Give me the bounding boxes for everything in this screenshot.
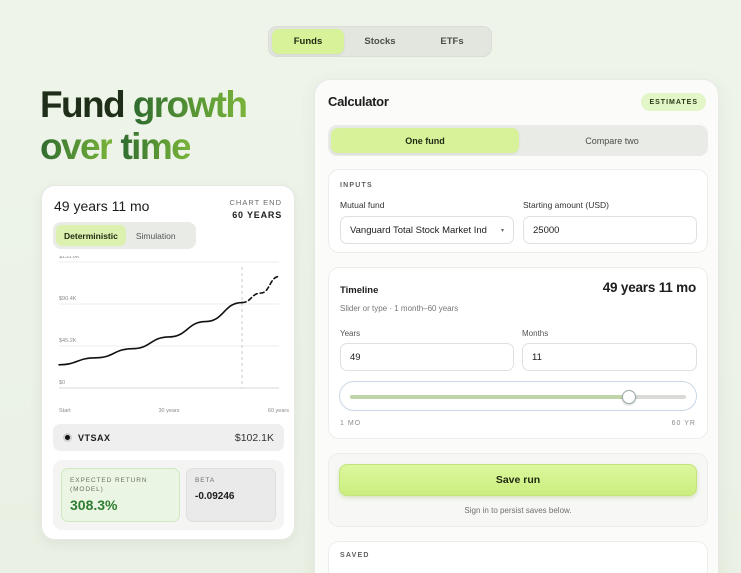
- title-word-time: time: [120, 126, 191, 167]
- slider-thumb[interactable]: [622, 390, 637, 404]
- growth-chart-card: 49 years 11 mo CHART END 60 YEARS Determ…: [41, 185, 295, 540]
- mutual-fund-label: Mutual fund: [340, 200, 385, 210]
- chart-duration: 49 years 11 mo: [54, 198, 150, 214]
- growth-series-line: [58, 301, 243, 366]
- fund-ticker: VTSAX: [78, 432, 111, 443]
- inputs-section: INPUTS Mutual fund Vanguard Total Stock …: [328, 169, 708, 253]
- save-note: Sign in to persist saves below.: [464, 506, 572, 515]
- tab-etfs[interactable]: ETFs: [416, 29, 488, 54]
- title-word-fund: Fund: [40, 84, 126, 125]
- chart-end-value: 60 YEARS: [232, 210, 282, 220]
- y-tick-label: $45.2K: [59, 338, 77, 344]
- save-section: Save run Sign in to persist saves below.: [328, 453, 708, 527]
- estimates-badge: ESTIMATES: [641, 93, 706, 111]
- starting-amount-label: Starting amount (USD): [523, 200, 609, 210]
- page-title: Fund growth over time: [40, 84, 300, 168]
- years-label: Years: [340, 329, 361, 338]
- fund-color-dot: [63, 433, 72, 442]
- slider-track: [350, 390, 686, 404]
- months-input[interactable]: 11: [522, 343, 697, 371]
- calculator-panel: Calculator ESTIMATES One fund Compare tw…: [314, 79, 719, 573]
- chart-mode-toggle: Deterministic Simulation: [53, 222, 196, 249]
- mode-deterministic[interactable]: Deterministic: [56, 225, 126, 246]
- beta-value: -0.09246: [195, 491, 235, 502]
- timeline-value: 49 years 11 mo: [602, 280, 696, 295]
- chart-end-label: CHART END: [229, 198, 282, 207]
- chevron-down-icon: ▾: [500, 227, 504, 234]
- compare-mode-toggle: One fund Compare two: [328, 125, 708, 156]
- expected-return-stat: EXPECTED RETURN (MODEL) 308.3%: [61, 468, 180, 522]
- fund-legend-row[interactable]: VTSAX $102.1K: [53, 424, 284, 451]
- slider-max-label: 60 YR: [671, 420, 696, 427]
- title-word-over: over: [40, 126, 113, 167]
- mode-simulation[interactable]: Simulation: [128, 225, 184, 246]
- years-input[interactable]: 49: [340, 343, 514, 371]
- title-word-growth: growth: [132, 84, 248, 125]
- growth-line-chart: $0 $45.2K $90.4K $135.6K Start 30 years 60 yea…: [58, 256, 289, 414]
- tab-funds[interactable]: Funds: [272, 29, 344, 54]
- x-tick-label: 30 years: [158, 408, 179, 414]
- starting-amount-value: 25000: [533, 224, 560, 236]
- slider-min-label: 1 MO: [340, 420, 362, 427]
- calculator-title: Calculator: [328, 94, 389, 109]
- fund-end-value: $102.1K: [234, 431, 274, 444]
- years-value: 49: [350, 351, 361, 363]
- tab-stocks[interactable]: Stocks: [344, 29, 416, 54]
- y-tick-label: $0: [59, 380, 65, 386]
- mode-one-fund[interactable]: One fund: [331, 128, 519, 153]
- months-label: Months: [522, 329, 549, 338]
- inputs-section-label: INPUTS: [340, 182, 373, 189]
- asset-type-tabs: Funds Stocks ETFs: [268, 26, 492, 57]
- saved-section-label: SAVED: [340, 552, 370, 559]
- starting-amount-input[interactable]: 25000: [523, 216, 697, 244]
- timeline-section: Timeline 49 years 11 mo Slider or type ·…: [328, 267, 708, 439]
- timeline-help-text: Slider or type · 1 month–60 years: [340, 304, 459, 313]
- mutual-fund-value: Vanguard Total Stock Market Ind: [350, 224, 487, 236]
- saved-section: SAVED: [328, 541, 708, 573]
- expected-return-value: 308.3%: [70, 497, 118, 513]
- mode-compare-two[interactable]: Compare two: [519, 128, 705, 153]
- x-tick-label: Start: [59, 408, 71, 414]
- beta-stat: BETA -0.09246: [186, 468, 276, 522]
- mutual-fund-select[interactable]: Vanguard Total Stock Market Ind ▾: [340, 216, 514, 244]
- timeline-slider[interactable]: [339, 381, 697, 411]
- projected-series-line: [241, 275, 280, 304]
- timeline-title: Timeline: [340, 285, 379, 296]
- expected-return-label: EXPECTED RETURN (MODEL): [70, 477, 148, 493]
- stats-panel: EXPECTED RETURN (MODEL) 308.3% BETA -0.0…: [53, 460, 284, 530]
- slider-fill: [350, 395, 630, 399]
- y-tick-label: $90.4K: [59, 296, 77, 302]
- y-tick-label: $135.6K: [59, 256, 80, 260]
- x-tick-label: 60 years: [268, 408, 289, 414]
- months-value: 11: [532, 351, 542, 363]
- save-run-button[interactable]: Save run: [339, 464, 697, 496]
- beta-label: BETA: [195, 477, 216, 484]
